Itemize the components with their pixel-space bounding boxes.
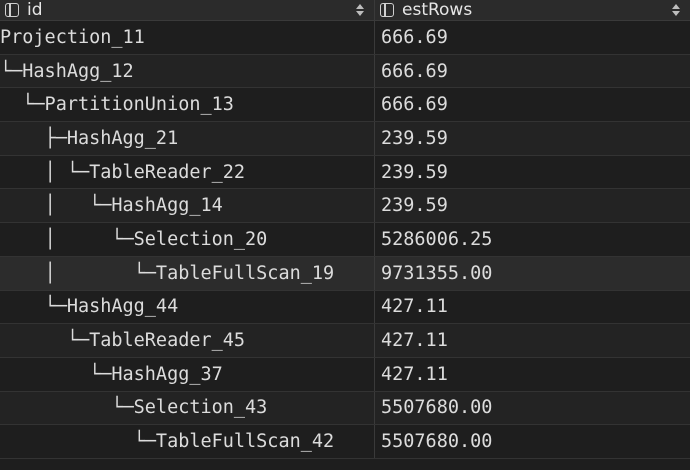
cell-id[interactable]: │ └─TableReader_22 — [0, 155, 375, 189]
grid-body: Projection_11 666.69 └─HashAgg_12 666.69… — [0, 21, 690, 459]
cell-estrows[interactable]: 666.69 — [375, 55, 690, 88]
table-row[interactable]: └─HashAgg_44 427.11 — [0, 290, 690, 325]
cell-estrows[interactable]: 5507680.00 — [375, 392, 690, 425]
column-icon — [5, 3, 19, 17]
table-row[interactable]: └─TableFullScan_42 5507680.00 — [0, 425, 690, 459]
table-row[interactable]: Projection_11 666.69 — [0, 21, 690, 55]
cell-id[interactable]: │ └─TableFullScan_19 — [0, 256, 375, 290]
column-icon — [380, 3, 394, 17]
cell-id[interactable]: │ └─Selection_20 — [0, 223, 375, 256]
cell-id[interactable]: └─TableFullScan_42 — [0, 425, 375, 458]
cell-id[interactable]: └─HashAgg_44 — [0, 290, 375, 324]
cell-estrows[interactable]: 666.69 — [375, 88, 690, 121]
cell-id[interactable]: └─Selection_43 — [0, 391, 375, 425]
cell-id[interactable]: Projection_11 — [0, 21, 375, 54]
cell-estrows[interactable]: 427.11 — [375, 291, 690, 324]
grid-header: id estRows — [0, 0, 690, 21]
result-grid: id estRows Projection_11 666.69 └─HashAg… — [0, 0, 690, 470]
table-row-selected[interactable]: │ └─TableFullScan_19 9731355.00 — [0, 256, 690, 291]
table-row[interactable]: └─PartitionUnion_13 666.69 — [0, 88, 690, 123]
cell-estrows[interactable]: 666.69 — [375, 21, 690, 54]
table-row[interactable]: │ └─TableReader_22 239.59 — [0, 155, 690, 190]
cell-id[interactable]: └─HashAgg_37 — [0, 357, 375, 391]
table-row[interactable]: ├─HashAgg_21 239.59 — [0, 122, 690, 156]
cell-estrows[interactable]: 9731355.00 — [375, 257, 690, 290]
table-row[interactable]: └─HashAgg_37 427.11 — [0, 357, 690, 392]
cell-estrows[interactable]: 239.59 — [375, 156, 690, 189]
cell-id[interactable]: └─TableReader_45 — [0, 324, 375, 357]
table-row[interactable]: │ └─Selection_20 5286006.25 — [0, 223, 690, 257]
cell-estrows[interactable]: 427.11 — [375, 358, 690, 391]
cell-id[interactable]: └─PartitionUnion_13 — [0, 88, 375, 122]
cell-id[interactable]: ├─HashAgg_21 — [0, 122, 375, 155]
table-row[interactable]: └─TableReader_45 427.11 — [0, 324, 690, 358]
sort-icon[interactable] — [672, 3, 680, 17]
cell-id[interactable]: └─HashAgg_12 — [0, 54, 375, 88]
table-row[interactable]: │ └─HashAgg_14 239.59 — [0, 189, 690, 224]
column-header-id[interactable]: id — [0, 0, 375, 20]
cell-estrows[interactable]: 239.59 — [375, 122, 690, 155]
column-header-label: estRows — [402, 0, 473, 20]
cell-estrows[interactable]: 239.59 — [375, 189, 690, 222]
cell-id[interactable]: │ └─HashAgg_14 — [0, 189, 375, 223]
sort-icon[interactable] — [356, 3, 364, 17]
column-header-estrows[interactable]: estRows — [375, 0, 690, 20]
column-header-label: id — [27, 0, 43, 20]
cell-estrows[interactable]: 5507680.00 — [375, 425, 690, 458]
table-row[interactable]: └─HashAgg_12 666.69 — [0, 54, 690, 89]
table-row[interactable]: └─Selection_43 5507680.00 — [0, 391, 690, 426]
cell-estrows[interactable]: 427.11 — [375, 324, 690, 357]
cell-estrows[interactable]: 5286006.25 — [375, 223, 690, 256]
